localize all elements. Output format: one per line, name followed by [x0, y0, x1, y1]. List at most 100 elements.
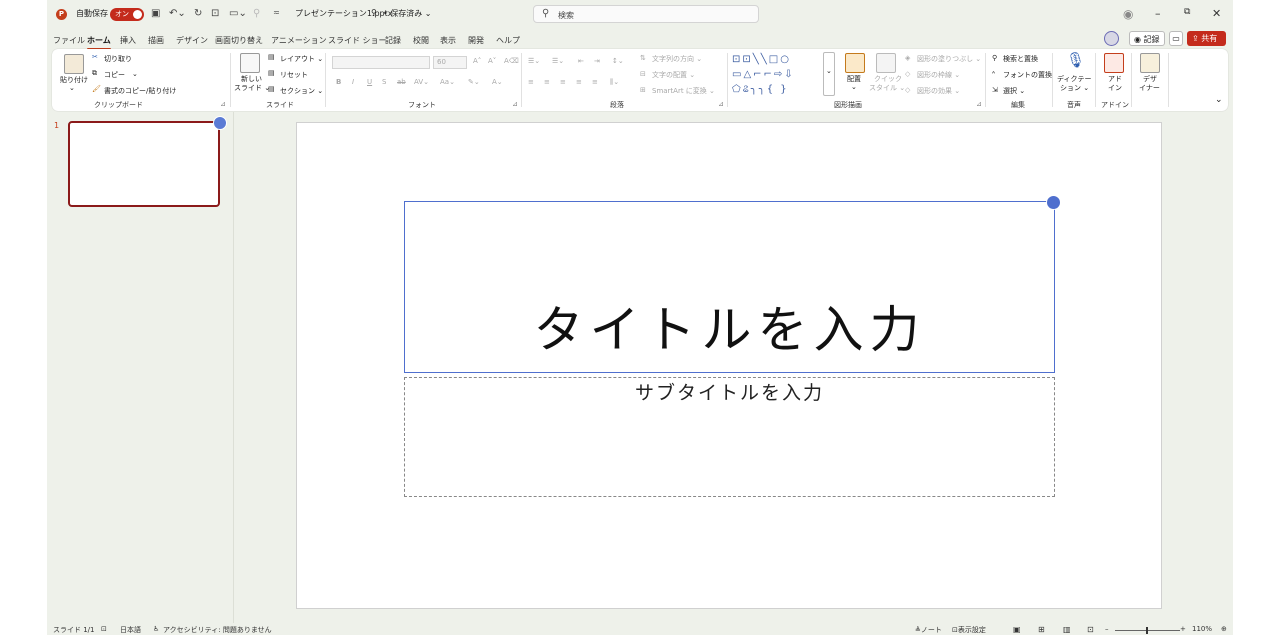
display-settings-button[interactable]: ⊡表示設定	[952, 625, 986, 635]
quick-styles-icon[interactable]	[876, 53, 896, 73]
paste-dropdown-icon[interactable]: ⌄	[69, 84, 75, 92]
format-painter-label[interactable]: 書式のコピー/貼り付け	[104, 86, 176, 96]
italic-icon[interactable]: I	[352, 78, 354, 86]
slideshow-view-icon[interactable]: ⊡	[1087, 625, 1094, 634]
justify-icon[interactable]: ≡	[576, 78, 582, 86]
align-text-icon[interactable]: ⊟	[640, 70, 646, 78]
select-label[interactable]: 選択 ⌄	[1003, 86, 1025, 96]
tab-review[interactable]: 校閲	[413, 35, 429, 46]
shapes-gallery-scroll[interactable]: ⌄	[823, 52, 835, 96]
slide-sorter-icon[interactable]: ⊞	[1038, 625, 1045, 634]
tab-home[interactable]: ホーム	[87, 35, 111, 50]
designer-icon[interactable]	[1140, 53, 1160, 73]
quick-styles-label-2[interactable]: スタイル ⌄	[869, 83, 905, 93]
drawing-launcher-icon[interactable]: ⊿	[976, 100, 982, 108]
decrease-font-icon[interactable]: A˅	[488, 57, 496, 65]
font-name-box[interactable]	[332, 56, 430, 69]
shapes-gallery[interactable]: ⊡⊡╲╲□○ ▭△⌐⌐⇨⇩ ⬠ଌ╮╮{ }	[732, 52, 822, 96]
find-icon[interactable]: ⚲	[992, 54, 997, 62]
clipboard-launcher-icon[interactable]: ⊿	[220, 100, 226, 108]
zoom-slider-thumb[interactable]	[1146, 627, 1148, 634]
tab-view[interactable]: 表示	[440, 35, 456, 46]
bold-icon[interactable]: B	[336, 78, 341, 86]
bullets-icon[interactable]: ☰⌄	[528, 57, 540, 65]
highlight-icon[interactable]: ✎⌄	[468, 78, 480, 86]
smartart-label[interactable]: SmartArt に変換 ⌄	[652, 86, 715, 96]
align-text-label[interactable]: 文字の配置 ⌄	[652, 70, 695, 80]
search-box[interactable]: ⚲ 検索	[533, 5, 759, 23]
collapse-ribbon-icon[interactable]: ⌄	[1215, 95, 1223, 105]
restore-icon[interactable]: ⧉	[1184, 7, 1190, 17]
tab-draw[interactable]: 描画	[148, 35, 164, 46]
file-name[interactable]: プレゼンテーション1.pptx	[295, 8, 393, 19]
align-center-icon[interactable]: ≡	[544, 78, 550, 86]
autosave-toggle[interactable]: オン	[110, 8, 144, 21]
align-left-icon[interactable]: ≡	[528, 78, 534, 86]
tab-record[interactable]: 記録	[385, 35, 401, 46]
distributed-icon[interactable]: ≡	[592, 78, 598, 86]
layout-icon[interactable]: ▤	[268, 53, 275, 61]
align-right-icon[interactable]: ≡	[560, 78, 566, 86]
increase-font-icon[interactable]: A˄	[473, 57, 481, 65]
format-painter-qat-icon[interactable]: ⚲	[253, 8, 260, 19]
shape-outline-label[interactable]: 図形の枠線 ⌄	[917, 70, 960, 80]
line-spacing-icon[interactable]: ↕⌄	[612, 57, 624, 65]
gallery-more-icon[interactable]: ⌄	[826, 67, 832, 75]
strikethrough-icon[interactable]: ab	[397, 78, 406, 86]
cut-icon[interactable]: ✂	[92, 53, 98, 61]
screenshot-icon[interactable]: ▭⌄	[229, 8, 247, 19]
arrange-dropdown-icon[interactable]: ⌄	[851, 83, 857, 91]
accessibility-icon[interactable]: ♿	[153, 625, 159, 633]
microphone-icon[interactable]: 🎙	[1066, 51, 1085, 69]
notes-button[interactable]: ≜ノート	[915, 625, 942, 635]
record-button[interactable]: ◉ 記録	[1129, 31, 1165, 46]
cut-label[interactable]: 切り取り	[104, 54, 132, 64]
subtitle-placeholder[interactable]: サブタイトルを入力	[404, 377, 1055, 497]
reset-icon[interactable]: ▤	[268, 69, 275, 77]
tab-file[interactable]: ファイル	[53, 35, 85, 46]
addins-icon[interactable]	[1104, 53, 1124, 73]
copy-icon[interactable]: ⧉	[92, 69, 97, 78]
section-label[interactable]: セクション ⌄	[280, 86, 323, 96]
tab-transitions[interactable]: 画面切り替え	[215, 35, 263, 46]
font-color-icon[interactable]: A⌄	[492, 78, 503, 86]
tab-developer[interactable]: 開発	[468, 35, 484, 46]
zoom-out-icon[interactable]: –	[1105, 625, 1109, 633]
minimize-icon[interactable]: –	[1155, 7, 1161, 20]
replace-font-label[interactable]: フォントの置換	[1003, 70, 1052, 80]
new-slide-label-2[interactable]: スライド ⌄	[234, 83, 270, 93]
font-launcher-icon[interactable]: ⊿	[512, 100, 518, 108]
underline-icon[interactable]: U	[367, 78, 372, 86]
slide-thumbnail[interactable]	[68, 121, 220, 207]
comments-icon[interactable]: ▭	[1169, 31, 1183, 46]
share-button[interactable]: ⇪ 共有 ⌄	[1187, 31, 1226, 58]
text-direction-label[interactable]: 文字列の方向 ⌄	[652, 54, 702, 64]
undo-icon[interactable]: ↶⌄	[169, 8, 186, 19]
smartart-icon[interactable]: ⊞	[640, 86, 646, 94]
fit-to-window-icon[interactable]: ⊕	[1221, 625, 1227, 633]
redo-icon[interactable]: ↻	[194, 8, 202, 19]
shape-fill-label[interactable]: 図形の塗りつぶし ⌄	[917, 54, 981, 64]
save-state[interactable]: • 保存済み ⌄	[383, 8, 432, 19]
reset-label[interactable]: リセット	[280, 70, 308, 80]
zoom-level[interactable]: 110%	[1192, 625, 1212, 633]
close-icon[interactable]: ✕	[1212, 7, 1221, 20]
format-painter-icon[interactable]: 🖌	[92, 85, 101, 93]
start-slideshow-icon[interactable]: ⊡	[211, 8, 219, 19]
spelling-icon[interactable]: ⊡	[101, 625, 107, 633]
shape-outline-icon[interactable]: ◇	[905, 70, 910, 78]
layout-label[interactable]: レイアウト ⌄	[280, 54, 323, 64]
copy-dropdown-icon[interactable]: ⌄	[132, 70, 138, 78]
tab-insert[interactable]: 挿入	[120, 35, 136, 46]
decrease-indent-icon[interactable]: ⇤	[578, 57, 584, 65]
normal-view-icon[interactable]: ▣	[1013, 625, 1021, 634]
pane-divider[interactable]	[233, 112, 234, 623]
shape-effects-label[interactable]: 図形の効果 ⌄	[917, 86, 960, 96]
char-spacing-icon[interactable]: AV⌄	[414, 78, 429, 86]
save-icon[interactable]: ▣	[151, 8, 160, 19]
title-placeholder[interactable]: タイトルを入力	[404, 195, 1061, 373]
copy-label[interactable]: コピー	[104, 70, 125, 80]
zoom-in-icon[interactable]: +	[1180, 625, 1186, 633]
section-icon[interactable]: ▤	[268, 85, 275, 93]
tab-slideshow[interactable]: スライド ショー	[328, 35, 387, 46]
